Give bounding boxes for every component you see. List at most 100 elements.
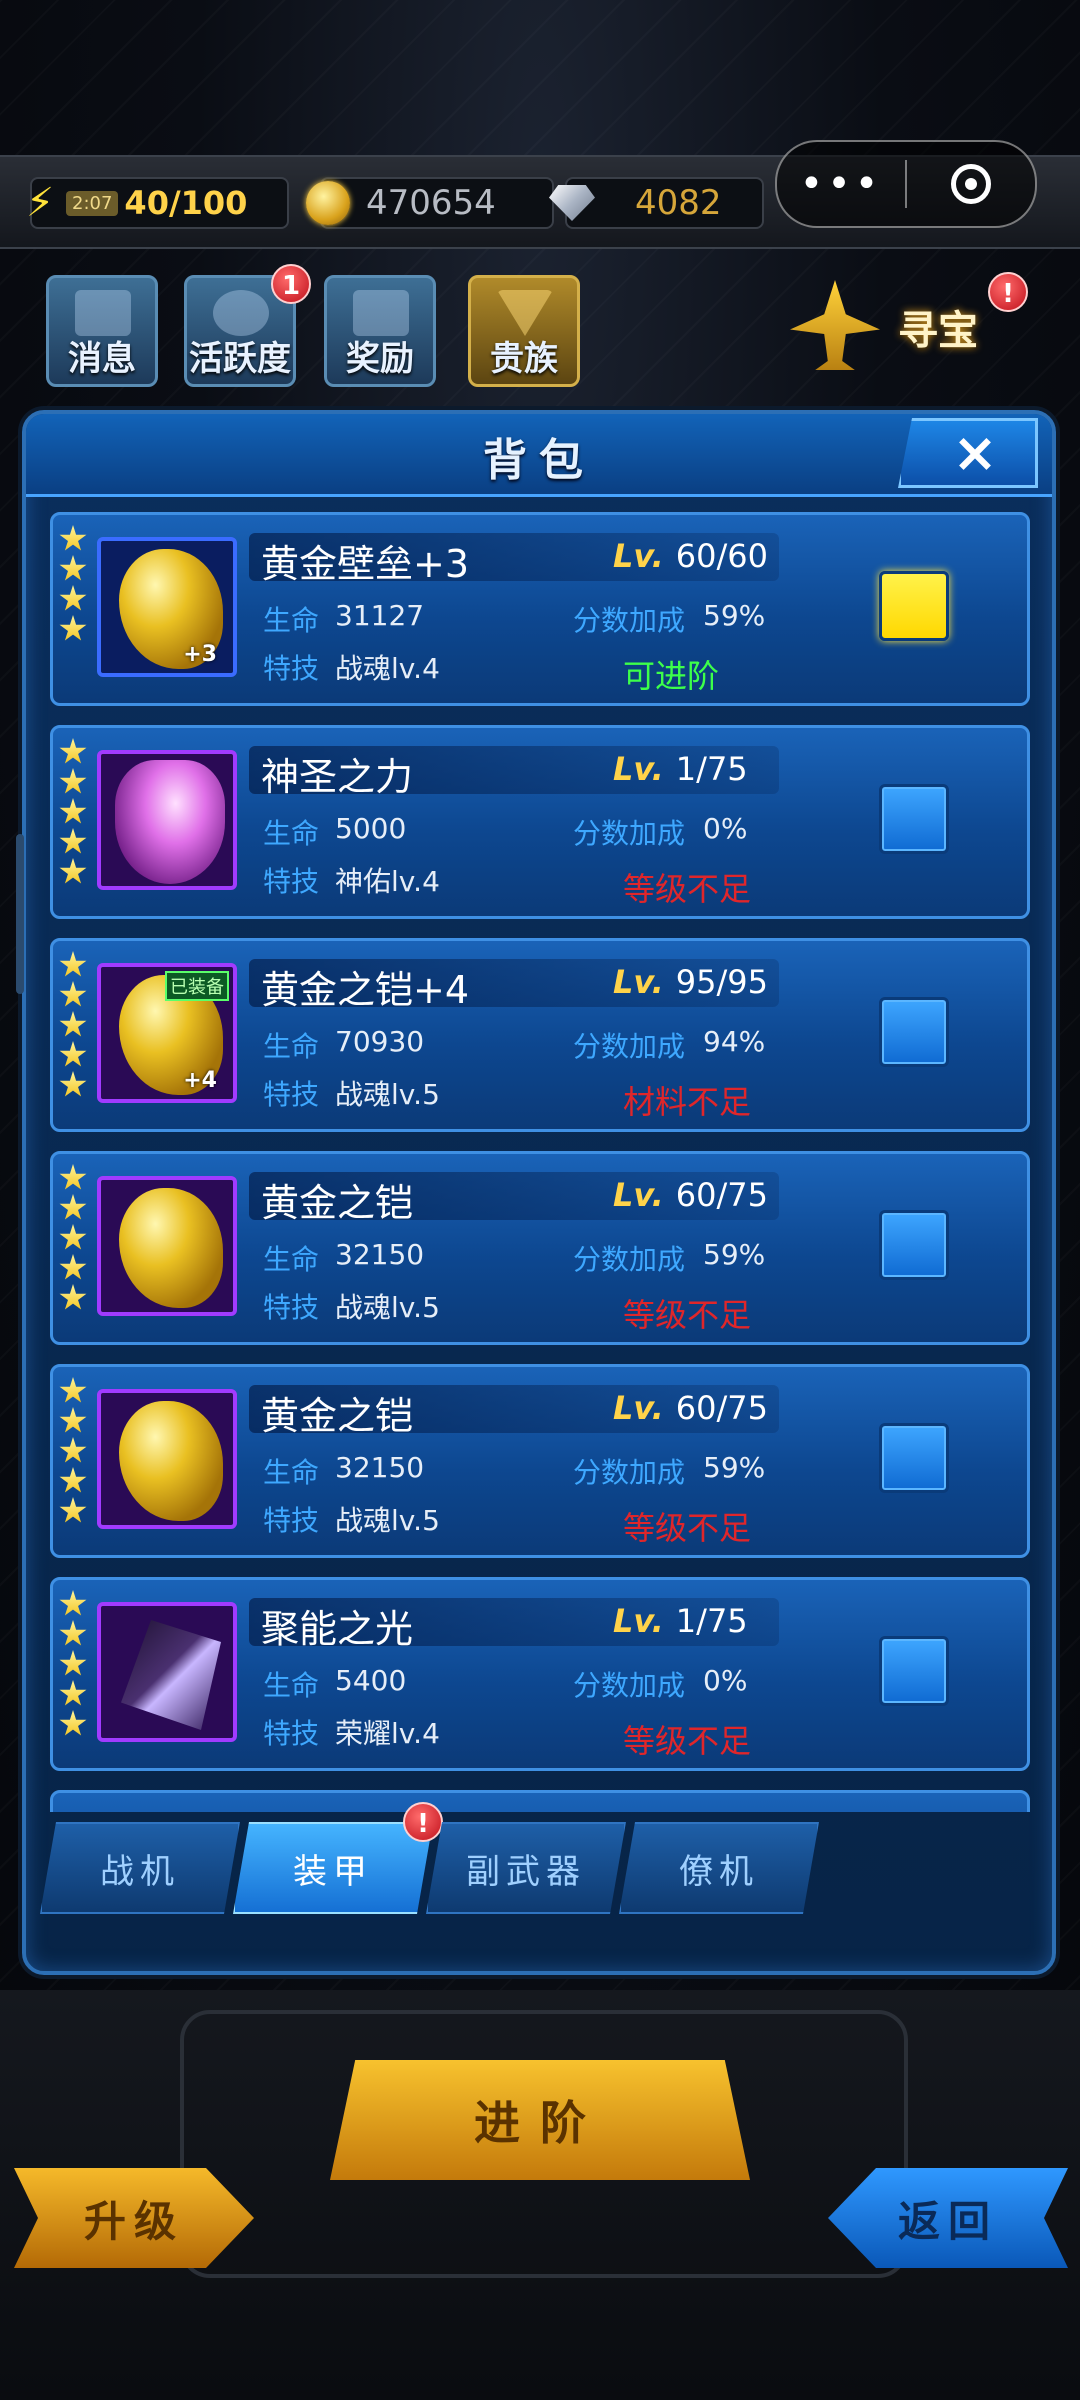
item-thumbnail[interactable] — [97, 1389, 237, 1529]
tab-3[interactable]: 僚机 — [619, 1822, 819, 1914]
activity-button[interactable]: 活跃度 1 — [184, 264, 311, 387]
upgrade-button[interactable]: 升级 — [14, 2168, 254, 2268]
star-icon — [59, 1620, 87, 1646]
close-icon: × — [952, 421, 998, 484]
level-value: 60/75 — [675, 1176, 769, 1214]
item-card[interactable]: +4 已装备 黄金之铠+4 Lv. 95/95 生命 70930 分数加成 94% 特技 战魂lv.… — [50, 938, 1030, 1132]
star-icon — [59, 981, 87, 1007]
advance-button[interactable]: 进阶 — [330, 2060, 750, 2180]
score-bonus-value: 0% — [703, 1664, 748, 1697]
rewards-label: 奖励 — [346, 339, 414, 379]
hp-value: 70930 — [335, 1025, 425, 1058]
item-name: 聚能之光 — [261, 1607, 414, 1651]
skill-value: 战魂lv.5 — [335, 1291, 440, 1324]
hp-label: 生命 — [263, 1669, 320, 1702]
item-name: 神圣之力 — [261, 755, 414, 799]
item-thumbnail[interactable] — [97, 1176, 237, 1316]
backpack-panel: 背包 × +3 黄金壁垒+3 Lv. 60/60 生命 31127 分数加成 59% 特技 战魂l… — [16, 410, 1056, 1975]
star-icon — [59, 1467, 87, 1493]
equipped-tag: 已装备 — [165, 971, 229, 1001]
tab-1[interactable]: 装甲 — [233, 1822, 433, 1914]
item-thumbnail[interactable] — [97, 750, 237, 890]
activity-badge: 1 — [271, 264, 311, 304]
star-icon — [59, 615, 87, 641]
skill-label: 特技 — [263, 1078, 320, 1111]
select-checkbox[interactable] — [879, 571, 949, 641]
star-icon — [59, 738, 87, 764]
hp-label: 生命 — [263, 1030, 320, 1063]
hp-label: 生命 — [263, 1456, 320, 1489]
coin-icon — [306, 181, 350, 225]
lv-prefix: Lv. — [613, 963, 664, 1001]
item-level: Lv. 1/75 — [613, 750, 748, 788]
score-bonus-value: 59% — [703, 1451, 766, 1484]
gem-counter[interactable]: 4082 — [549, 177, 764, 229]
item-level: Lv. 95/95 — [613, 963, 768, 1001]
scrollbar[interactable] — [16, 834, 24, 994]
star-icon — [59, 1164, 87, 1190]
score-bonus-label: 分数加成 — [573, 1030, 686, 1063]
select-checkbox[interactable] — [879, 997, 949, 1067]
hp-value: 5000 — [335, 812, 407, 845]
tab-0[interactable]: 战机 — [40, 1822, 240, 1914]
select-checkbox[interactable] — [879, 1636, 949, 1706]
item-thumbnail[interactable]: +3 — [97, 537, 237, 677]
select-checkbox[interactable] — [879, 1423, 949, 1493]
star-icon — [59, 1497, 87, 1523]
more-dots-icon[interactable]: ••• — [777, 142, 905, 226]
lv-prefix: Lv. — [613, 750, 664, 788]
star-icon — [59, 1377, 87, 1403]
star-rating — [59, 951, 89, 1101]
select-checkbox[interactable] — [879, 1210, 949, 1280]
hp-value: 31127 — [335, 599, 425, 632]
item-thumbnail[interactable] — [97, 1602, 237, 1742]
treasure-button[interactable]: 寻宝 ! — [790, 270, 1030, 380]
item-card[interactable]: 聚能之光 Lv. 1/75 生命 5400 分数加成 0% 特技 荣耀lv.4 等级不足 — [50, 1577, 1030, 1771]
item-card[interactable]: +3 黄金壁垒+3 Lv. 60/60 生命 31127 分数加成 59% 特技 战魂lv.4 可进… — [50, 512, 1030, 706]
gold-value: 470654 — [366, 183, 496, 223]
messages-label: 消息 — [68, 339, 136, 379]
close-button[interactable]: × — [898, 418, 1038, 488]
back-button[interactable]: 返回 — [828, 2168, 1068, 2268]
close-miniprogram-button[interactable] — [907, 164, 1035, 204]
star-icon — [59, 1041, 87, 1067]
item-list[interactable]: +3 黄金壁垒+3 Lv. 60/60 生命 31127 分数加成 59% 特技 战魂lv.4 可进… — [50, 512, 1030, 1812]
panel-header: 背包 × — [26, 414, 1052, 497]
advance-status: 材料不足 — [623, 1083, 752, 1121]
lv-prefix: Lv. — [613, 537, 664, 575]
armor-icon — [121, 1620, 221, 1730]
noble-button[interactable]: 贵族 — [468, 275, 580, 387]
star-icon — [59, 951, 87, 977]
gold-counter[interactable]: 470654 — [306, 177, 554, 229]
star-rating — [59, 1590, 89, 1740]
level-value: 60/60 — [675, 537, 769, 575]
messages-button[interactable]: 消息 — [46, 275, 158, 387]
skill-value: 战魂lv.5 — [335, 1504, 440, 1537]
skill-value: 荣耀lv.4 — [335, 1717, 440, 1750]
skill-label: 特技 — [263, 652, 320, 685]
activity-label: 活跃度 — [189, 339, 291, 379]
tab-2[interactable]: 副武器 — [426, 1822, 626, 1914]
star-icon — [59, 798, 87, 824]
item-card[interactable]: 神圣之力 Lv. 1/75 生命 5000 分数加成 0% 特技 神佑lv.4 等级不足 — [50, 725, 1030, 919]
score-bonus-value: 0% — [703, 812, 748, 845]
star-icon — [59, 555, 87, 581]
item-card[interactable]: 黄金之铠 Lv. 60/75 生命 32150 分数加成 59% 特技 战魂lv.5 等级不足 — [50, 1364, 1030, 1558]
rewards-button[interactable]: 奖励 — [324, 275, 436, 387]
star-icon — [59, 1284, 87, 1310]
skill-value: 战魂lv.5 — [335, 1078, 440, 1111]
score-bonus-value: 59% — [703, 599, 766, 632]
star-icon — [59, 1254, 87, 1280]
tab-alert-badge: ! — [403, 1802, 443, 1842]
energy-counter[interactable]: ⚡ 2:07 40/100 — [26, 177, 289, 229]
score-bonus-value: 59% — [703, 1238, 766, 1271]
armor-icon — [119, 1401, 223, 1521]
advance-status: 等级不足 — [623, 870, 752, 908]
item-card[interactable]: 黄金之铠 Lv. 60/75 生命 32150 分数加成 59% 特技 战魂lv.5 等级不足 — [50, 1151, 1030, 1345]
item-card[interactable] — [50, 1790, 1030, 1812]
item-thumbnail[interactable]: +4 已装备 — [97, 963, 237, 1103]
score-bonus-label: 分数加成 — [573, 604, 686, 637]
star-icon — [59, 1710, 87, 1736]
select-checkbox[interactable] — [879, 784, 949, 854]
advance-status: 等级不足 — [623, 1509, 752, 1547]
